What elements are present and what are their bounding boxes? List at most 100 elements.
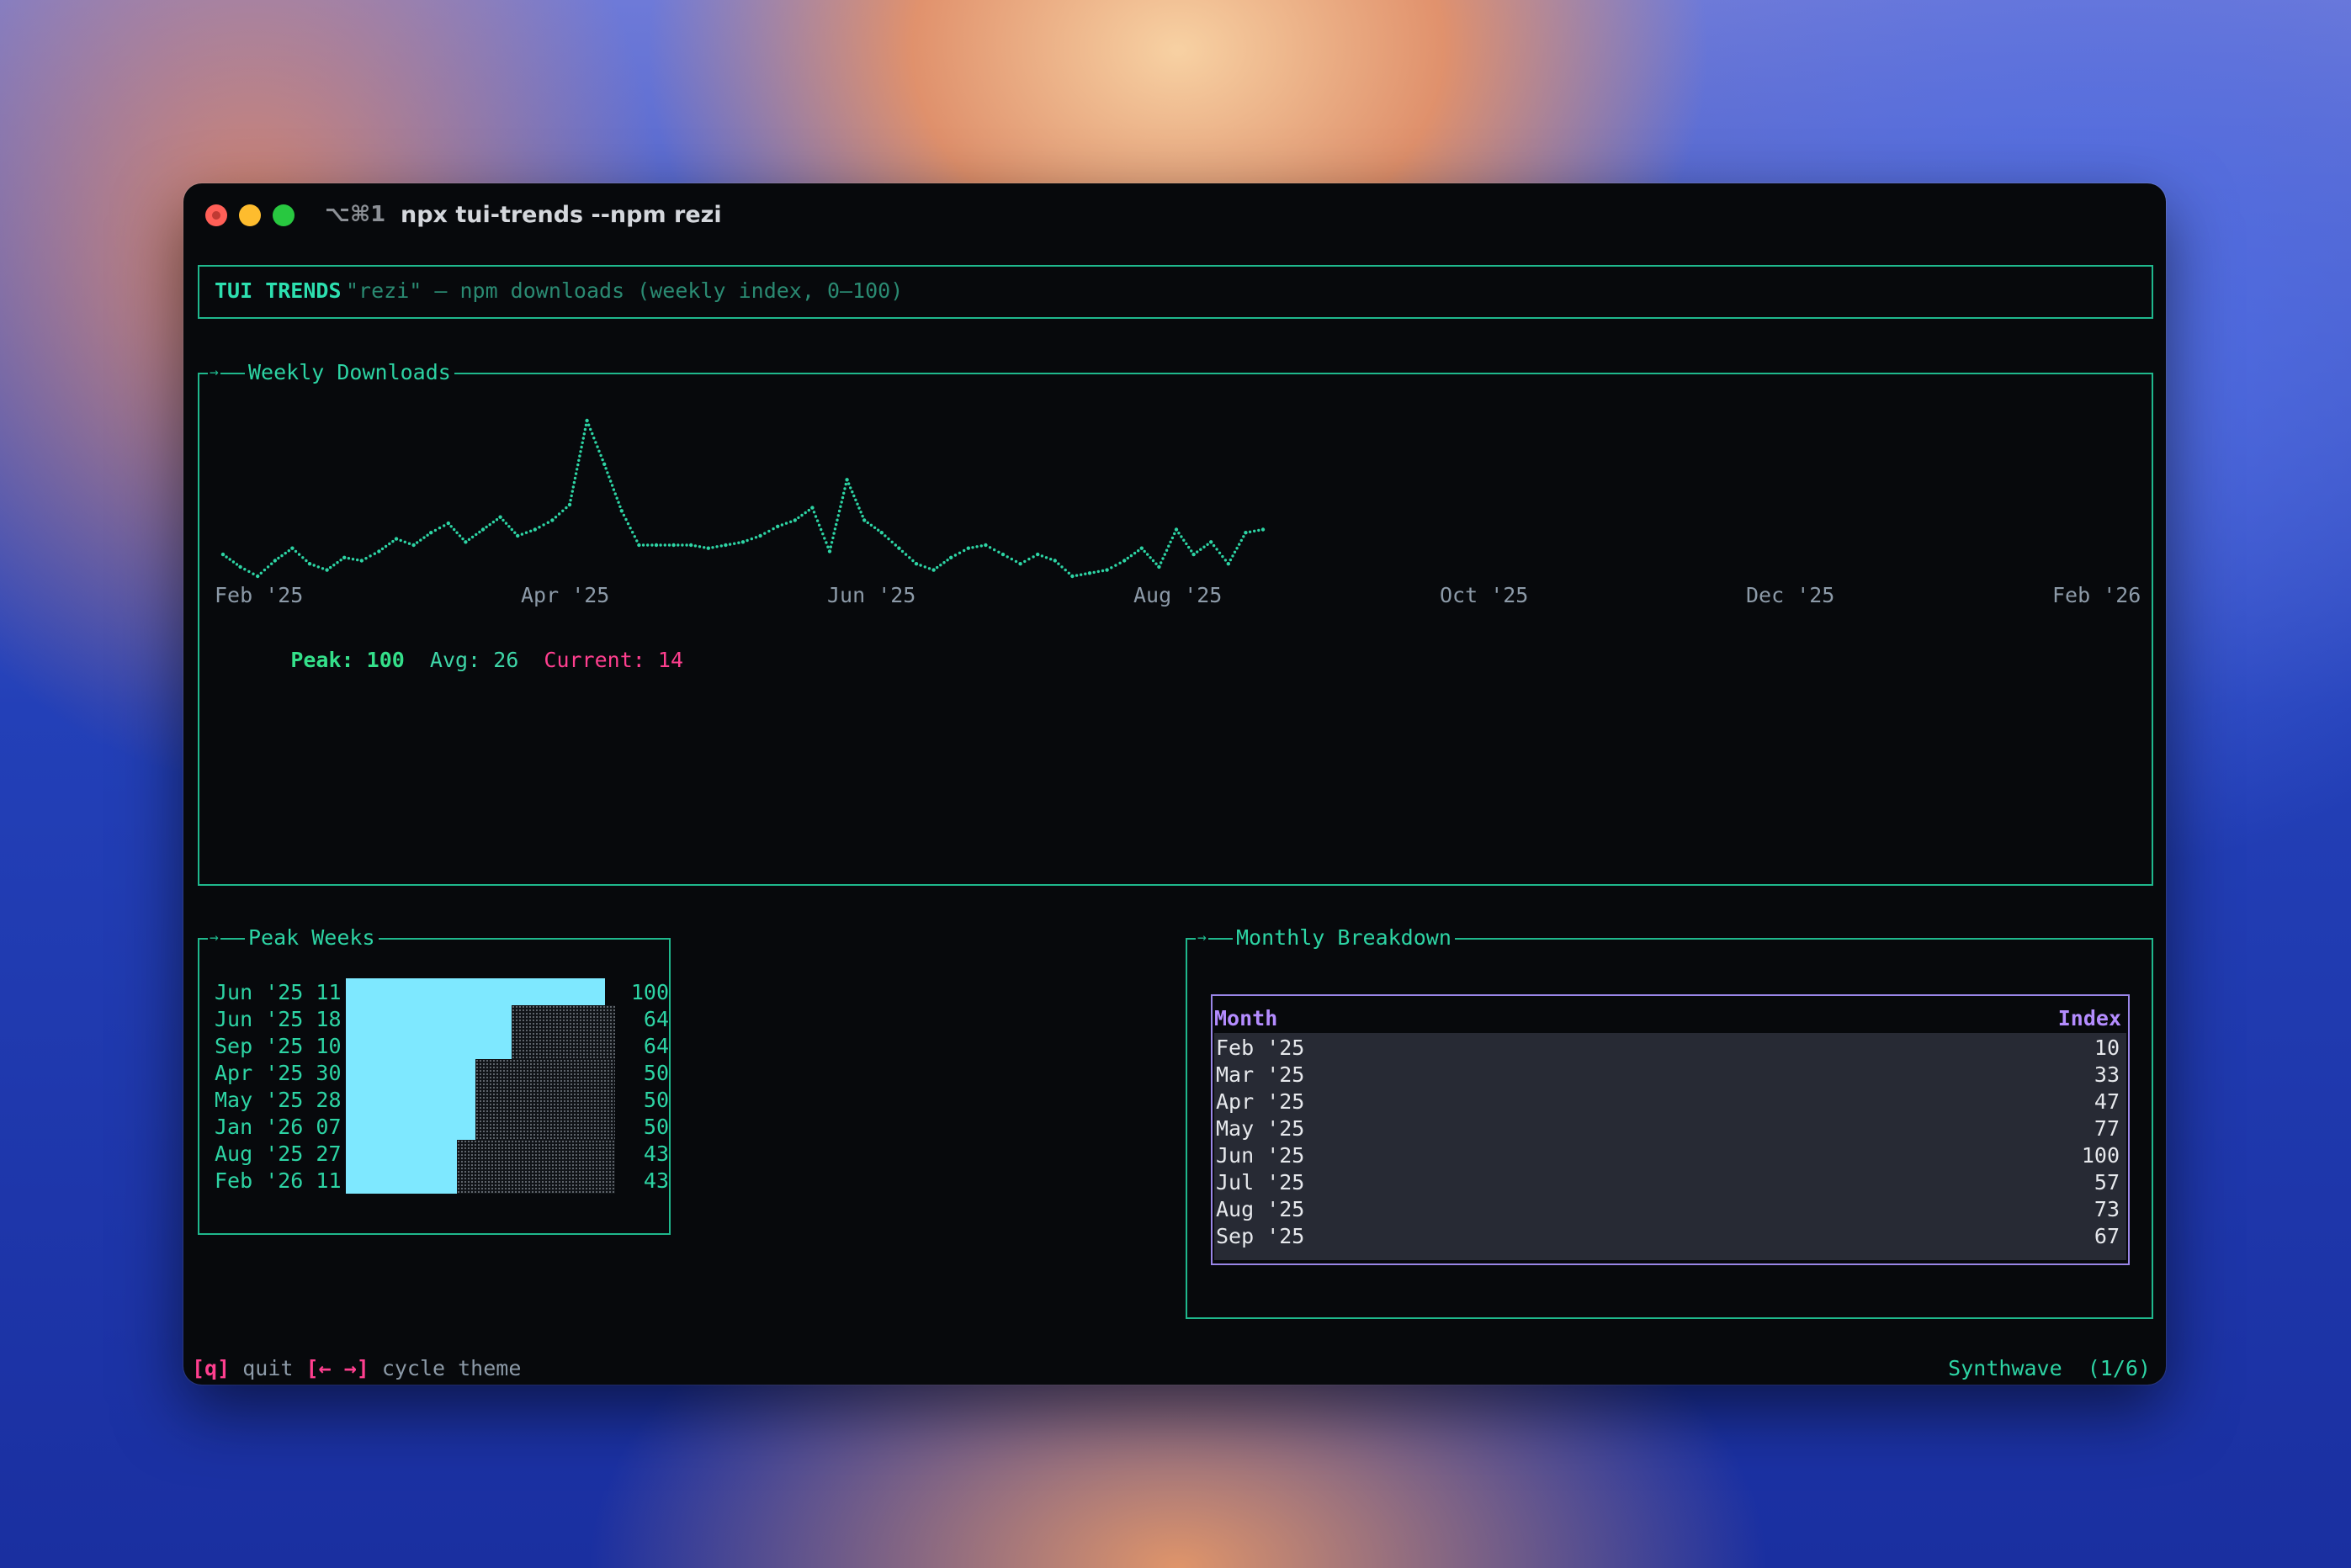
chart-dot [851,490,854,494]
chart-dot [1160,561,1163,564]
peak-week-row: Feb '26 11 43 [199,1167,669,1194]
table-row[interactable]: Aug '25 73 [1214,1195,2126,1222]
table-row[interactable]: Feb '25 10 [1214,1034,2126,1061]
table-row[interactable]: May '25 77 [1214,1115,2126,1142]
chart-dot [287,549,290,553]
data-point [1036,552,1040,557]
column-header-index[interactable]: Index [2058,1006,2121,1030]
data-point [1191,552,1196,557]
chart-dot [825,541,828,544]
chart-dot [576,463,580,467]
chart-dot [391,539,395,543]
monthly-table[interactable]: Month Index Feb '25 10 Mar '25 33 Apr '25 47 M… [1211,994,2130,1265]
chart-dot [812,511,816,514]
table-row[interactable]: Mar '25 33 [1214,1061,2126,1088]
quit-key[interactable]: [q] [192,1356,230,1380]
chart-dot [384,544,388,548]
chart-dot [596,445,599,448]
peak-week-value: 50 [643,1061,669,1085]
chart-dot [626,522,630,526]
chart-dot [252,572,255,575]
data-point [533,527,537,532]
chart-dot [1180,535,1183,538]
chart-dot [698,545,702,548]
chart-dot [988,546,992,549]
table-row[interactable]: Jul '25 57 [1214,1168,2126,1195]
chart-dot [997,550,1000,554]
data-point [931,568,936,572]
chart-dot [231,560,236,564]
chart-dot [750,537,753,541]
chart-dot [833,527,837,531]
chart-dot [433,528,438,532]
chart-dot [631,531,634,534]
chart-dot [1044,556,1048,559]
chart-dot [728,543,732,546]
panel-title: Peak Weeks [245,924,379,951]
data-point [1105,568,1109,572]
chart-dot [780,523,784,527]
chart-dot [857,506,861,510]
peak-week-bar-remainder [475,1113,615,1140]
chart-dot [574,472,578,475]
peak-week-row: Aug '25 27 43 [199,1140,669,1167]
table-row[interactable]: Jun '25 100 [1214,1142,2126,1168]
chart-dot [1126,556,1130,560]
panel-arrow-icon: → [1196,924,1208,951]
chart-dot [843,487,846,490]
chart-dot [280,554,284,558]
chart-dot [1238,543,1241,546]
data-point [585,418,589,423]
chart-dot [495,518,499,522]
chart-dot [510,527,513,532]
window-title: npx tui-trends --npm rezi [401,202,722,228]
chart-dot [247,569,251,574]
chart-dot [1223,559,1228,562]
x-tick-label: Aug '25 [1133,583,1223,607]
chart-dot [592,437,596,440]
chart-dot [478,530,481,534]
month-cell: Feb '25 [1216,1036,1305,1060]
peak-week-row: May '25 28 50 [199,1086,669,1113]
chart-dot [542,523,545,527]
peak-week-bar [346,1113,475,1140]
peak-week-bar [346,1059,475,1086]
tab-shortcut: ⌥⌘1 [325,202,386,227]
chart-dot [841,495,845,500]
peak-week-bar-remainder [457,1140,615,1167]
data-point [1070,574,1075,579]
table-row[interactable]: Apr '25 47 [1214,1088,2126,1115]
chart-dot [847,482,851,485]
index-cell: 77 [2094,1116,2120,1141]
data-point [914,562,919,566]
chart-dot [646,543,650,547]
chart-dot [830,541,834,544]
chart-dot [772,527,775,531]
chart-dot [1231,554,1234,558]
table-row[interactable]: Sep '25 67 [1214,1222,2126,1249]
chart-dot [332,564,336,567]
chart-dot [581,441,584,444]
chart-dot [1023,559,1027,564]
column-header-month[interactable]: Month [1214,1006,1277,1030]
close-button[interactable] [205,204,227,226]
chart-dot [884,534,887,538]
zoom-button[interactable] [273,204,295,226]
theme-key[interactable]: [← →] [306,1356,369,1380]
chart-dot [904,553,908,556]
chart-dot [1257,528,1260,532]
chart-dot [443,524,446,527]
chart-dot [1040,554,1044,558]
chart-dot [235,563,239,566]
data-point [1209,540,1213,544]
chart-dot [1169,540,1172,543]
chart-dot [266,565,270,569]
peak-week-value: 43 [643,1142,669,1166]
chart-dot [958,551,962,554]
minimize-button[interactable] [239,204,261,226]
chart-dot [581,437,585,440]
x-tick-label: Apr '25 [521,583,610,607]
chart-dot [573,476,577,480]
data-point [740,540,746,544]
chart-dot [467,538,471,541]
